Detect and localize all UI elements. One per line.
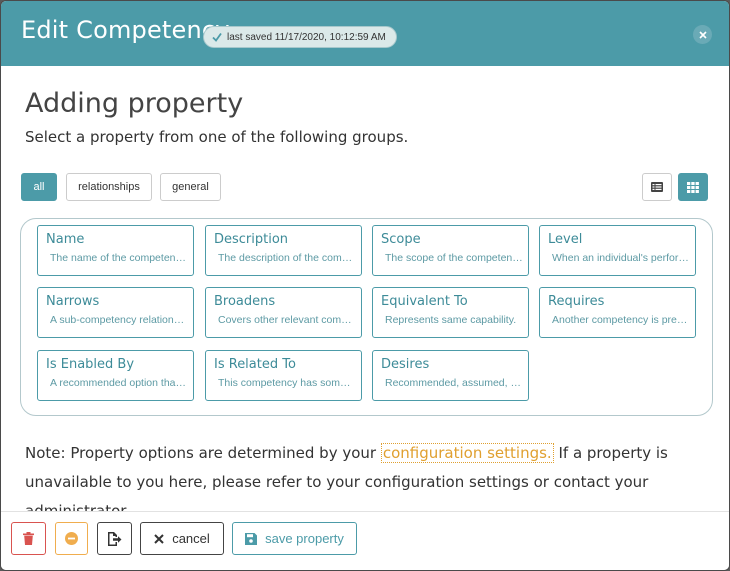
- minus-circle-icon: [65, 532, 78, 545]
- property-description: A recommended option that enables.: [50, 377, 188, 389]
- page-title: Adding property: [25, 88, 244, 119]
- property-card-scope[interactable]: Scope The scope of the competency.: [372, 225, 529, 276]
- page-subtitle: Select a property from one of the follow…: [25, 128, 409, 146]
- property-card-requires[interactable]: Requires Another competency is prerequis…: [539, 287, 696, 338]
- last-saved-badge: last saved 11/17/2020, 10:12:59 AM: [203, 26, 397, 48]
- property-name: Is Related To: [214, 357, 296, 372]
- property-name: Desires: [381, 357, 430, 372]
- property-description: When an individual's performance.: [552, 252, 690, 264]
- property-card-is-related-to[interactable]: Is Related To This competency has some r…: [205, 350, 362, 401]
- cancel-button[interactable]: cancel: [140, 522, 224, 555]
- configuration-settings-link[interactable]: configuration settings.: [380, 443, 554, 463]
- property-card-is-enabled-by[interactable]: Is Enabled By A recommended option that …: [37, 350, 194, 401]
- property-name: Description: [214, 232, 289, 247]
- grid-view-icon: [687, 181, 699, 193]
- property-name: Scope: [381, 232, 421, 247]
- save-icon: [245, 532, 258, 545]
- export-button[interactable]: [97, 522, 132, 555]
- property-groups-panel: Name The name of the competency. Descrip…: [20, 218, 713, 416]
- remove-button[interactable]: [55, 522, 88, 555]
- property-description: Recommended, assumed, or desired.: [385, 377, 523, 389]
- note-text-before: Note: Property options are determined by…: [25, 444, 381, 462]
- property-description: The description of the competency.: [218, 252, 356, 264]
- close-icon: [698, 30, 707, 39]
- property-name: Name: [46, 232, 85, 247]
- property-description: Covers other relevant competencies.: [218, 314, 356, 326]
- property-card-name[interactable]: Name The name of the competency.: [37, 225, 194, 276]
- close-button[interactable]: [693, 25, 712, 44]
- edit-competency-modal: Edit Competency last saved 11/17/2020, 1…: [0, 0, 730, 571]
- check-icon: [212, 32, 222, 42]
- export-icon: [108, 531, 122, 546]
- x-icon: [154, 533, 164, 544]
- property-description: The scope of the competency.: [385, 252, 523, 264]
- list-view-icon: [651, 182, 663, 192]
- filter-relationships-button[interactable]: relationships: [66, 173, 152, 201]
- filter-general-button[interactable]: general: [160, 173, 221, 201]
- modal-footer: cancel save property: [1, 511, 729, 570]
- modal-header: Edit Competency last saved 11/17/2020, 1…: [1, 1, 729, 66]
- property-name: Requires: [548, 294, 605, 309]
- modal-title: Edit Competency: [21, 16, 230, 44]
- property-card-equivalent-to[interactable]: Equivalent To Represents same capability…: [372, 287, 529, 338]
- property-description: Another competency is prerequisite.: [552, 314, 690, 326]
- property-name: Is Enabled By: [46, 357, 135, 372]
- property-name: Broadens: [214, 294, 276, 309]
- property-card-narrows[interactable]: Narrows A sub-competency relationship.: [37, 287, 194, 338]
- list-view-button[interactable]: [642, 173, 672, 201]
- filter-all-button[interactable]: all: [21, 173, 57, 201]
- delete-button[interactable]: [11, 522, 46, 555]
- property-name: Equivalent To: [381, 294, 468, 309]
- save-property-label: save property: [265, 531, 344, 546]
- property-name: Level: [548, 232, 583, 247]
- property-card-broadens[interactable]: Broadens Covers other relevant competenc…: [205, 287, 362, 338]
- last-saved-text: last saved 11/17/2020, 10:12:59 AM: [227, 31, 386, 43]
- property-description: A sub-competency relationship.: [50, 314, 188, 326]
- property-description: The name of the competency.: [50, 252, 188, 264]
- grid-view-button[interactable]: [678, 173, 708, 201]
- property-card-level[interactable]: Level When an individual's performance.: [539, 225, 696, 276]
- property-description: This competency has some relation.: [218, 377, 356, 389]
- trash-icon: [23, 532, 34, 545]
- property-description: Represents same capability.: [385, 314, 517, 326]
- property-name: Narrows: [46, 294, 100, 309]
- property-card-desires[interactable]: Desires Recommended, assumed, or desired…: [372, 350, 529, 401]
- save-property-button[interactable]: save property: [232, 522, 357, 555]
- cancel-label: cancel: [172, 531, 210, 546]
- property-card-description[interactable]: Description The description of the compe…: [205, 225, 362, 276]
